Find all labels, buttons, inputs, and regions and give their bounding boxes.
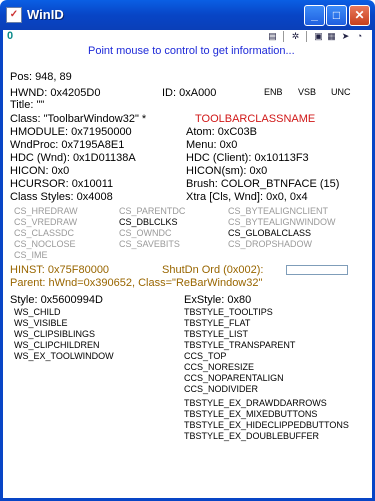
- toolbar-separator: [283, 31, 284, 42]
- document-icon[interactable]: ▤: [267, 31, 278, 42]
- style-flag: WS_CLIPCHILDREN: [14, 340, 100, 350]
- toolbar-style-flag: CCS_NOPARENTALIGN: [184, 373, 284, 383]
- hwnd-value: HWND: 0x4205D0: [10, 87, 101, 99]
- toolbar-style-flag: TBSTYLE_TRANSPARENT: [184, 340, 296, 350]
- clock-icon[interactable]: ◔: [354, 31, 365, 42]
- title-bar[interactable]: ✓ WinID _ □ ✕: [0, 0, 375, 30]
- style-flag: WS_VISIBLE: [14, 318, 68, 328]
- maximize-button[interactable]: □: [326, 5, 347, 26]
- cs-flag: CS_PARENTDC: [119, 206, 186, 216]
- hdc-wnd-value: HDC (Wnd): 0x1D01138A: [10, 152, 136, 164]
- app-icon: ✓: [6, 7, 22, 23]
- cs-flag: CS_VREDRAW: [14, 217, 78, 227]
- toolbar-separator: [306, 31, 307, 42]
- style-flag: WS_CLIPSIBLINGS: [14, 329, 96, 339]
- toolbar: 0 ▤ ✲ ▣ ▦ ➤ ◔: [3, 30, 372, 44]
- pointer-icon[interactable]: ➤: [340, 31, 351, 42]
- cs-flag: CS_NOCLOSE: [14, 239, 76, 249]
- hcursor-value: HCURSOR: 0x10011: [10, 178, 114, 190]
- style-value: Style: 0x5600994D: [10, 294, 103, 306]
- toolbar-counter: 0: [7, 30, 14, 42]
- hinst-value: HINST: 0x75F80000: [10, 264, 110, 276]
- brush-value: Brush: COLOR_BTNFACE (15): [186, 178, 340, 190]
- window-title: WinID: [27, 7, 64, 22]
- hicon-value: HICON: 0x0: [10, 165, 70, 177]
- minimize-button[interactable]: _: [304, 5, 325, 26]
- atom-value: Atom: 0xC03B: [186, 126, 257, 138]
- hicon-sm-value: HICON(sm): 0x0: [186, 165, 268, 177]
- cs-flag-active: CS_GLOBALCLASS: [228, 228, 312, 238]
- toolbar-style-flag: TBSTYLE_FLAT: [184, 318, 251, 328]
- hmodule-value: HMODULE: 0x71950000: [10, 126, 132, 138]
- toolbar-ex-style-flag: TBSTYLE_EX_HIDECLIPPEDBUTTONS: [184, 420, 349, 430]
- class-value: Class: "ToolbarWindow32" *: [10, 113, 147, 125]
- visible-flag: VSB: [298, 87, 317, 97]
- cs-flag: CS_HREDRAW: [14, 206, 78, 216]
- window-frame-left: [0, 30, 3, 501]
- toolbar-style-flag: CCS_NORESIZE: [184, 362, 255, 372]
- id-value: ID: 0xA000: [162, 87, 217, 99]
- capture-icon[interactable]: ▦: [326, 31, 337, 42]
- close-button[interactable]: ✕: [349, 5, 370, 26]
- enabled-flag: ENB: [264, 87, 283, 97]
- menu-value: Menu: 0x0: [186, 139, 238, 151]
- toolbar-style-flag: CCS_NODIVIDER: [184, 384, 259, 394]
- unicode-flag: UNC: [331, 87, 351, 97]
- toolbar-ex-style-flag: TBSTYLE_EX_DOUBLEBUFFER: [184, 431, 320, 441]
- cs-flag-active: CS_DBLCLKS: [119, 217, 178, 227]
- wndproc-value: WndProc: 0x7195A8E1: [10, 139, 125, 151]
- settings-icon[interactable]: ✲: [290, 31, 301, 42]
- position-readout: Pos: 948, 89: [10, 71, 72, 83]
- toolbar-ex-style-flag: TBSTYLE_EX_DRAWDDARROWS: [184, 398, 327, 408]
- cs-flag: CS_IME: [14, 250, 48, 260]
- cs-flag: CS_SAVEBITS: [119, 239, 180, 249]
- style-flag: WS_EX_TOOLWINDOW: [14, 351, 114, 361]
- window-list-icon[interactable]: ▣: [313, 31, 324, 42]
- cs-flag: CS_DROPSHADOW: [228, 239, 313, 249]
- style-flag: WS_CHILD: [14, 307, 61, 317]
- title-value: Title: "": [10, 99, 45, 111]
- toolbar-style-flag: CCS_TOP: [184, 351, 227, 361]
- toolbar-ex-style-flag: TBSTYLE_EX_MIXEDBUTTONS: [184, 409, 318, 419]
- cs-flag: CS_BYTEALIGNWINDOW: [228, 217, 336, 227]
- hdc-client-value: HDC (Client): 0x10113F3: [186, 152, 309, 164]
- class-styles-value: Class Styles: 0x4008: [10, 191, 113, 203]
- instruction-text: Point mouse to control to get informatio…: [88, 45, 295, 57]
- xtra-value: Xtra [Cls, Wnd]: 0x0, 0x4: [186, 191, 308, 203]
- toolbar-style-flag: TBSTYLE_LIST: [184, 329, 249, 339]
- shutdown-order-label: ShutDn Ord (0x002):: [162, 264, 264, 276]
- cs-flag: CS_OWNDC: [119, 228, 172, 238]
- exstyle-value: ExStyle: 0x80: [184, 294, 252, 306]
- cs-flag: CS_BYTEALIGNCLIENT: [228, 206, 329, 216]
- shutdown-order-field: [286, 265, 348, 275]
- toolbar-style-flag: TBSTYLE_TOOLTIPS: [184, 307, 273, 317]
- parent-value: Parent: hWnd=0x390652, Class="ReBarWindo…: [10, 277, 263, 289]
- cs-flag: CS_CLASSDC: [14, 228, 75, 238]
- class-constant: TOOLBARCLASSNAME: [195, 113, 316, 125]
